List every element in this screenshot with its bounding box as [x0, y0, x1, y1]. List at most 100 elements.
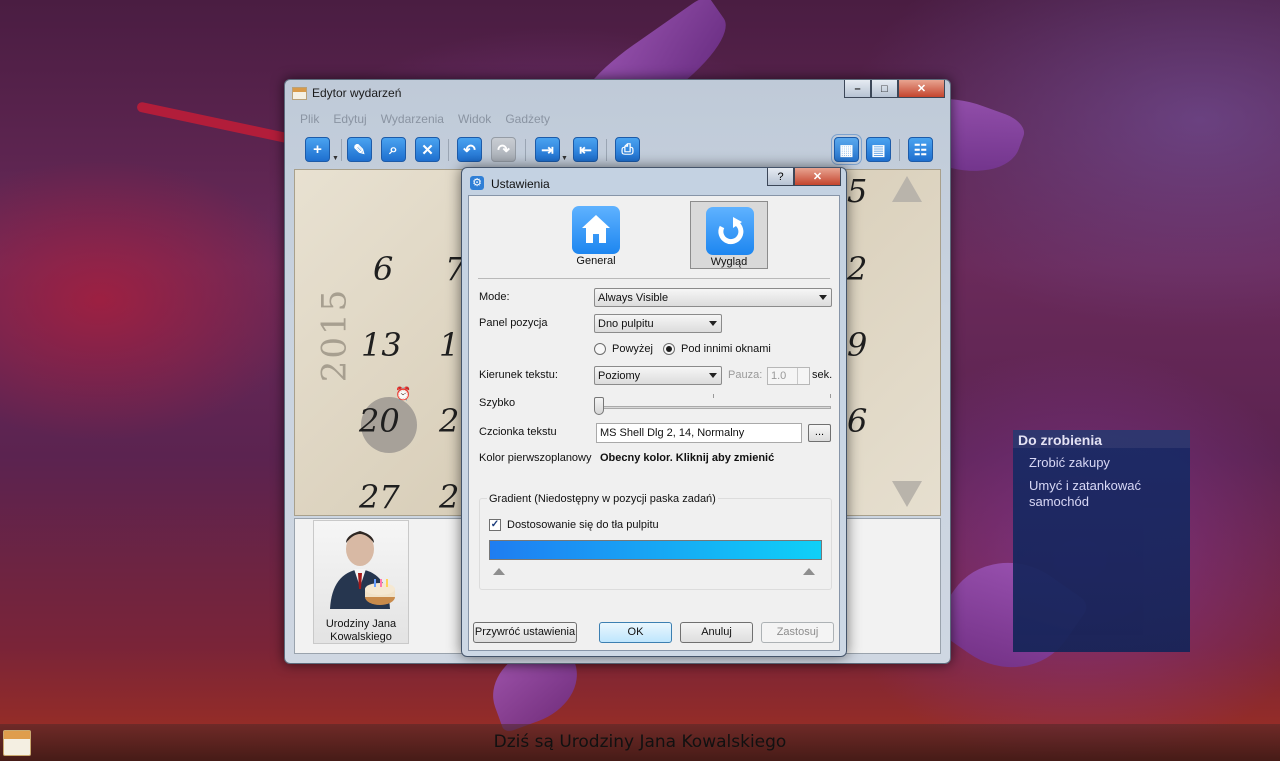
gradient-group-title: Gradient (Niedostępny w pozycji paska za…	[487, 493, 718, 505]
chevron-down-icon[interactable]: ▼	[332, 155, 339, 162]
panel-position-value: Dno pulpitu	[598, 318, 654, 330]
tab-wyglad[interactable]: Wygląd	[690, 201, 768, 269]
help-button[interactable]: ?	[767, 168, 794, 186]
undo-button[interactable]: ↶	[457, 137, 482, 162]
add-event-button[interactable]: +	[305, 137, 330, 162]
cancel-button[interactable]: Anuluj	[680, 622, 753, 643]
mode-label: Mode:	[479, 291, 510, 303]
month-view-button[interactable]: ▦	[831, 134, 862, 165]
slider-tick	[713, 394, 714, 398]
week-view-icon: ▤	[871, 141, 886, 159]
calendar-day[interactable]: 9	[847, 326, 867, 364]
radio-above[interactable]	[594, 343, 606, 355]
chevron-down-icon	[709, 321, 717, 326]
print-icon: ⎙	[621, 141, 634, 158]
apply-button[interactable]: Zastosuj	[761, 622, 834, 643]
week-view-button[interactable]: ▤	[866, 137, 891, 162]
redo-icon: ↷	[497, 141, 510, 159]
todo-item[interactable]: Zrobić zakupy	[1029, 455, 1110, 471]
menu-wydarzenia[interactable]: Wydarzenia	[374, 110, 451, 128]
redo-button[interactable]: ↷	[491, 137, 516, 162]
gradient-preview[interactable]	[489, 540, 822, 560]
font-browse-button[interactable]: ...	[808, 424, 831, 442]
toolbar-separator	[448, 139, 449, 161]
chevron-down-icon[interactable]: ▼	[561, 155, 568, 162]
adapt-background-checkbox[interactable]: ✓	[489, 519, 501, 531]
pause-spinbox[interactable]: 1.0	[767, 367, 810, 385]
tree-view-button[interactable]: ☷	[908, 137, 933, 162]
pause-label: Pauza:	[728, 369, 763, 381]
edit-icon: ✎	[353, 141, 366, 159]
todo-item[interactable]: Umyć i zatankować	[1029, 478, 1141, 494]
toolbar-separator	[525, 139, 526, 161]
maximize-button[interactable]: □	[871, 80, 898, 98]
scroll-down-arrow[interactable]	[892, 481, 922, 507]
calendar-app-icon	[292, 87, 307, 100]
calendar-day[interactable]: 6	[373, 250, 393, 288]
foreground-color-picker[interactable]: Obecny kolor. Kliknij aby zmienić	[600, 452, 774, 464]
search-button[interactable]: ⌕	[381, 137, 406, 162]
edit-event-button[interactable]: ✎	[347, 137, 372, 162]
text-direction-select[interactable]: Poziomy	[594, 366, 722, 385]
adapt-background-label: Dostosowanie się do tła pulpitu	[507, 519, 659, 531]
add-icon: +	[313, 141, 322, 158]
mode-value: Always Visible	[598, 292, 669, 304]
dialog-close-button[interactable]: ✕	[794, 168, 841, 186]
spin-arrows-icon[interactable]	[797, 368, 809, 384]
reset-settings-button[interactable]: Przywróć ustawienia	[473, 622, 577, 643]
font-field[interactable]: MS Shell Dlg 2, 14, Normalny	[596, 423, 802, 443]
calendar-day[interactable]: 6	[847, 402, 867, 440]
event-label-line: Urodziny Jana	[325, 618, 397, 630]
text-direction-label: Kierunek tekstu:	[479, 369, 558, 381]
calendar-day[interactable]: 2	[439, 402, 459, 440]
speed-label: Szybko	[479, 397, 516, 409]
speed-slider-thumb[interactable]	[594, 397, 604, 415]
calendar-day[interactable]: 5	[847, 172, 867, 210]
calendar-day[interactable]: 13	[361, 326, 402, 364]
chevron-down-icon	[819, 295, 827, 300]
settings-dialog: ⚙ Ustawienia ? ✕ General Wygląd Mode: Al…	[461, 167, 847, 657]
dialog-body: General Wygląd Mode: Always Visible Pane…	[468, 195, 840, 651]
mode-select[interactable]: Always Visible	[594, 288, 832, 307]
tab-general[interactable]: General	[557, 201, 635, 269]
calendar-day[interactable]: 1	[439, 326, 459, 364]
tree-view-icon: ☷	[913, 141, 928, 159]
todo-item[interactable]: samochód	[1029, 494, 1089, 510]
close-button[interactable]: ✕	[898, 80, 945, 98]
dialog-title: Ustawienia	[491, 177, 550, 191]
window-titlebar[interactable]: Edytor wydarzeń – □ ✕	[285, 80, 950, 106]
refresh-icon	[706, 207, 754, 255]
alarm-icon: ⏰	[395, 386, 412, 401]
ok-button[interactable]: OK	[599, 622, 672, 643]
minimize-button[interactable]: –	[844, 80, 871, 98]
event-label: Urodziny Jana Kowalskiego	[314, 618, 408, 644]
text-direction-value: Poziomy	[598, 370, 641, 382]
event-card[interactable]: Urodziny Jana Kowalskiego	[313, 520, 409, 644]
window-title: Edytor wydarzeń	[312, 86, 402, 100]
menu-plik[interactable]: Plik	[293, 110, 326, 128]
export-button[interactable]: ⇥	[535, 137, 560, 162]
ticker-text: Dziś są Urodziny Jana Kowalskiego	[493, 732, 787, 752]
menu-edytuj[interactable]: Edytuj	[326, 110, 373, 128]
calendar-day-today[interactable]: 20	[359, 402, 400, 440]
panel-position-select[interactable]: Dno pulpitu	[594, 314, 722, 333]
print-button[interactable]: ⎙	[615, 137, 640, 162]
search-icon: ⌕	[389, 141, 398, 158]
calendar-day[interactable]: 27	[359, 478, 400, 515]
radio-below-label: Pod innimi oknami	[681, 343, 771, 355]
radio-below[interactable]	[663, 343, 675, 355]
gradient-stop-end[interactable]	[803, 568, 815, 575]
scroll-up-arrow[interactable]	[892, 176, 922, 202]
divider	[478, 278, 830, 279]
event-label-line: Kowalskiego	[330, 631, 392, 643]
panel-position-label: Panel pozycja	[479, 317, 548, 329]
delete-event-button[interactable]: ✕	[415, 137, 440, 162]
calendar-day[interactable]: 2	[847, 250, 867, 288]
tab-label: Wygląd	[710, 256, 748, 268]
gradient-stop-start[interactable]	[493, 568, 505, 575]
menu-gadzety[interactable]: Gadżety	[498, 110, 557, 128]
import-button[interactable]: ⇤	[573, 137, 598, 162]
speed-slider-track[interactable]	[596, 406, 831, 409]
menu-widok[interactable]: Widok	[451, 110, 498, 128]
calendar-day[interactable]: 2	[439, 478, 459, 515]
